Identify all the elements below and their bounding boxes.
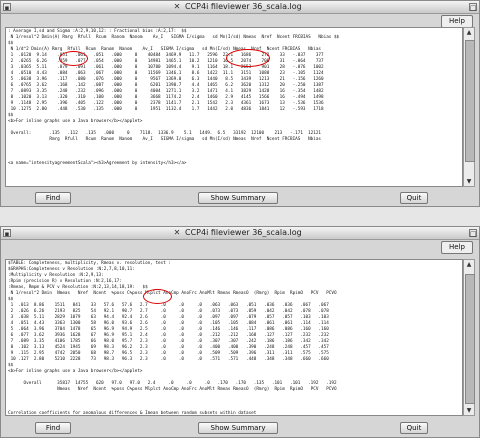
scroll-up-arrow-icon[interactable]: ▲ (464, 28, 474, 37)
title-bar[interactable]: ✕ CCP4i fileviewer 36_scala.log ▪ □ (1, 1, 479, 14)
vertical-scrollbar[interactable]: ▲ ▼ (463, 259, 475, 416)
maximize-icon[interactable]: □ (469, 3, 477, 12)
window-menu-icon[interactable]: ▪ (3, 229, 11, 238)
help-button[interactable]: Help (441, 241, 473, 254)
show-summary-button[interactable]: Show Summary (198, 422, 278, 434)
scroll-thumb[interactable] (465, 40, 475, 162)
highlight-circle-rmrg (59, 51, 88, 66)
fileviewer-window-1: ✕ CCP4i fileviewer 36_scala.log ▪ □ Help… (0, 0, 480, 207)
window-menu-icon[interactable]: ▪ (3, 3, 11, 12)
window-title: CCP4i fileviewer 36_scala.log (185, 2, 302, 11)
maximize-icon[interactable]: □ (469, 229, 477, 238)
find-button[interactable]: Find (35, 192, 71, 204)
fileviewer-window-2: ✕ CCP4i fileviewer 36_scala.log ▪ □ Help… (0, 226, 480, 438)
scroll-thumb[interactable] (465, 274, 475, 404)
highlight-circle-poss (143, 289, 172, 304)
highlight-circle-isigma (226, 49, 270, 67)
find-button[interactable]: Find (35, 422, 71, 434)
quit-button[interactable]: Quit (400, 422, 428, 434)
scroll-down-arrow-icon[interactable]: ▼ (464, 406, 474, 415)
title-bar[interactable]: ✕ CCP4i fileviewer 36_scala.log ▪ □ (1, 227, 479, 240)
show-summary-button[interactable]: Show Summary (198, 192, 278, 204)
close-x-icon[interactable]: ✕ (173, 3, 181, 11)
scroll-down-arrow-icon[interactable]: ▼ (464, 177, 474, 186)
window-title: CCP4i fileviewer 36_scala.log (185, 228, 302, 237)
scroll-up-arrow-icon[interactable]: ▲ (464, 260, 474, 269)
quit-button[interactable]: Quit (400, 192, 428, 204)
log-text-pane[interactable]: $TABLE: Completeness, multiplicity, Rmea… (5, 259, 463, 416)
vertical-scrollbar[interactable]: ▲ ▼ (463, 27, 475, 187)
log-text: $TABLE: Completeness, multiplicity, Rmea… (8, 261, 337, 416)
log-text: : Average I,sd and Sigma :A:2,9,10,12: :… (8, 29, 340, 166)
close-x-icon[interactable]: ✕ (173, 229, 181, 237)
